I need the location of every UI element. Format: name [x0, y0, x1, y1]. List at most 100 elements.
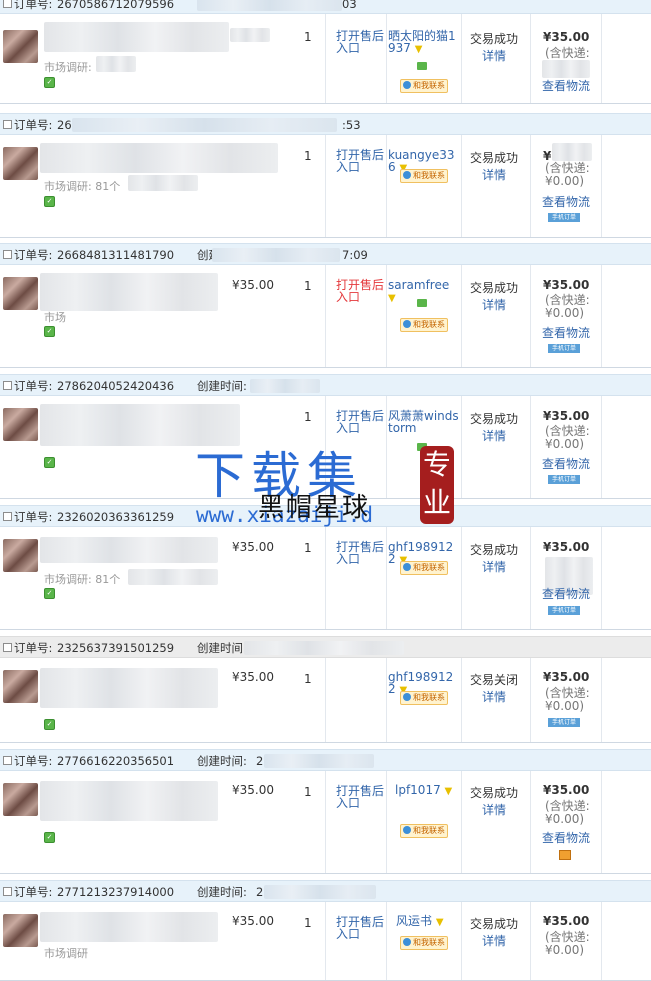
aftersale-link[interactable]: 打开售后入口	[336, 916, 386, 940]
aftersale-link[interactable]: 打开售后入口	[336, 785, 386, 809]
buyer-name[interactable]: 风运书 ▼	[396, 915, 468, 929]
created-time: 2	[256, 754, 264, 768]
column-divider	[386, 14, 387, 103]
wangwang-icon[interactable]: ✓	[44, 588, 55, 599]
item-thumbnail[interactable]	[3, 914, 38, 947]
column-divider	[530, 265, 531, 367]
logistics-link[interactable]: 查看物流	[542, 324, 590, 341]
item-thumbnail[interactable]	[3, 783, 38, 816]
contact-button[interactable]: 和我联系	[400, 936, 448, 950]
flag-icon[interactable]: ▼	[415, 44, 423, 55]
order-card: 订单号: 2670586712079596 03 市场调研: ✓ 1 打开售后入…	[0, 0, 651, 104]
column-divider	[325, 658, 326, 742]
wangwang-icon[interactable]: ✓	[44, 77, 55, 88]
contact-button[interactable]: 和我联系	[400, 561, 448, 575]
quantity: 1	[304, 30, 312, 44]
wangwang-icon[interactable]: ✓	[44, 832, 55, 843]
wangwang-icon[interactable]: ✓	[44, 719, 55, 730]
wangwang-icon[interactable]: ✓	[44, 196, 55, 207]
aftersale-link[interactable]: 打开售后入口	[336, 149, 386, 173]
item-thumbnail[interactable]	[3, 670, 38, 703]
column-divider	[386, 902, 387, 980]
contact-button[interactable]: 和我联系	[400, 691, 448, 705]
buyer-name-text[interactable]: 风萧萧windstorm	[388, 409, 459, 435]
blurred-created-time	[250, 379, 320, 393]
flag-icon[interactable]: ▼	[388, 293, 396, 304]
column-divider	[325, 265, 326, 367]
logistics-link[interactable]: 查看物流	[542, 193, 590, 210]
order-no-label: 订单号:	[14, 641, 53, 655]
order-checkbox[interactable]	[3, 381, 12, 390]
shipping-fee: (含快递: ¥0.00)	[545, 930, 590, 957]
order-checkbox[interactable]	[3, 0, 12, 8]
contact-button[interactable]: 和我联系	[400, 169, 448, 183]
order-checkbox[interactable]	[3, 643, 12, 652]
watermark-seal: 专业	[420, 446, 454, 524]
detail-link[interactable]: 详情	[482, 932, 506, 949]
aftersale-link[interactable]: 打开售后入口	[336, 541, 386, 565]
order-checkbox[interactable]	[3, 120, 12, 129]
logistics-link[interactable]: 查看物流	[542, 77, 590, 94]
order-total: ¥35.00	[543, 914, 590, 928]
logistics-link[interactable]: 查看物流	[542, 585, 590, 602]
buyer-name[interactable]: lpf1017 ▼	[395, 784, 467, 798]
logistics-link[interactable]: 查看物流	[542, 829, 590, 846]
aftersale-link[interactable]: 打开售后入口	[336, 279, 386, 303]
order-no-label: 订单号:	[14, 510, 53, 524]
contact-button[interactable]: 和我联系	[400, 79, 448, 93]
order-status: 交易关闭	[470, 673, 519, 687]
order-checkbox[interactable]	[3, 887, 12, 896]
created-time: 2	[256, 885, 264, 899]
item-thumbnail[interactable]	[3, 539, 38, 572]
detail-link[interactable]: 详情	[482, 558, 506, 575]
contact-button[interactable]: 和我联系	[400, 824, 448, 838]
flag-icon[interactable]: ▼	[436, 917, 444, 928]
item-thumbnail[interactable]	[3, 30, 38, 63]
message-icon[interactable]	[417, 62, 427, 70]
order-status: 交易成功	[470, 32, 519, 46]
buyer-name[interactable]: 风萧萧windstorm	[388, 410, 460, 434]
order-header: 订单号: 2776616220356501 创建时间: 2	[0, 749, 651, 771]
wangwang-icon[interactable]: ✓	[44, 326, 55, 337]
detail-link[interactable]: 详情	[482, 166, 506, 183]
detail-link[interactable]: 详情	[482, 801, 506, 818]
item-thumbnail[interactable]	[3, 147, 38, 180]
flag-icon[interactable]: ▼	[445, 786, 453, 797]
created-time: 03	[342, 0, 357, 11]
aftersale-link[interactable]: 打开售后入口	[336, 410, 386, 434]
item-thumbnail[interactable]	[3, 277, 38, 310]
contact-button[interactable]: 和我联系	[400, 318, 448, 332]
quantity: 1	[304, 672, 312, 686]
blurred-item-title	[40, 912, 218, 942]
order-number: 2776616220356501	[57, 754, 175, 768]
created-label: 创建时间:	[197, 641, 247, 655]
detail-link[interactable]: 详情	[482, 688, 506, 705]
column-divider	[530, 771, 531, 873]
item-subtitle: 市场	[44, 311, 66, 324]
order-checkbox[interactable]	[3, 250, 12, 259]
detail-link[interactable]: 详情	[482, 47, 506, 64]
blurred-item-title	[40, 781, 218, 821]
detail-link[interactable]: 详情	[482, 427, 506, 444]
logistics-link[interactable]: 查看物流	[542, 455, 590, 472]
order-status: 交易成功	[470, 917, 519, 931]
column-divider	[386, 135, 387, 237]
buyer-name-text[interactable]: lpf1017	[395, 783, 441, 797]
buyer-name-text[interactable]: 风运书	[396, 914, 432, 928]
message-icon[interactable]	[417, 299, 427, 307]
buyer-name-text[interactable]: saramfree	[388, 278, 449, 292]
item-thumbnail[interactable]	[3, 408, 38, 441]
column-divider	[461, 265, 462, 367]
blurred-subtitle	[128, 175, 198, 191]
item-price: ¥35.00	[232, 540, 274, 554]
order-checkbox[interactable]	[3, 756, 12, 765]
wangwang-icon[interactable]: ✓	[44, 457, 55, 468]
column-divider	[461, 771, 462, 873]
item-price: ¥35.00	[232, 914, 274, 928]
order-no-label: 订单号:	[14, 885, 53, 899]
detail-link[interactable]: 详情	[482, 296, 506, 313]
buyer-name[interactable]: 晒太阳的猫1937 ▼	[388, 30, 460, 56]
aftersale-link[interactable]: 打开售后入口	[336, 30, 386, 54]
order-checkbox[interactable]	[3, 512, 12, 521]
order-status: 交易成功	[470, 151, 519, 165]
